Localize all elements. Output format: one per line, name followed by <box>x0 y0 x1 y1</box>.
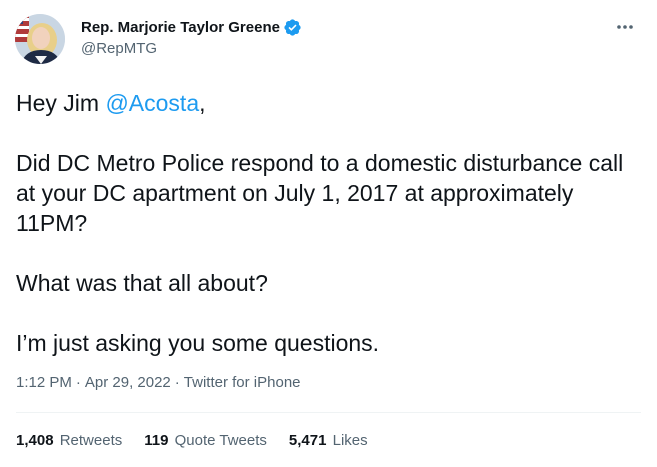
avatar[interactable] <box>15 14 65 64</box>
quote-tweets-stat[interactable]: 119 Quote Tweets <box>144 432 267 449</box>
verified-badge-icon <box>283 18 302 37</box>
retweets-stat[interactable]: 1,408 Retweets <box>16 432 122 449</box>
tweet-time[interactable]: 1:12 PM <box>16 374 72 391</box>
more-horizontal-icon[interactable] <box>614 18 636 36</box>
quote-tweets-label: Quote Tweets <box>174 432 267 449</box>
display-name-row: Rep. Marjorie Taylor Greene <box>81 16 302 38</box>
tweet-source[interactable]: Twitter for iPhone <box>184 374 301 391</box>
author-names: Rep. Marjorie Taylor Greene @RepMTG <box>81 16 302 57</box>
author-display-name[interactable]: Rep. Marjorie Taylor Greene <box>81 19 280 36</box>
tweet-card: Rep. Marjorie Taylor Greene @RepMTG Hey … <box>0 0 657 467</box>
likes-count: 5,471 <box>288 432 327 449</box>
greeting-suffix: , <box>199 90 206 116</box>
likes-stat[interactable]: 5,471 Likes <box>289 432 368 449</box>
retweets-label: Retweets <box>59 432 123 449</box>
meta-separator: · <box>174 374 180 391</box>
tweet-paragraph-2: Did DC Metro Police respond to a domesti… <box>16 150 630 236</box>
author-handle[interactable]: @RepMTG <box>81 40 302 57</box>
tweet-date[interactable]: Apr 29, 2022 <box>85 374 171 391</box>
retweets-count: 1,408 <box>16 432 54 449</box>
avatar-photo-icon <box>15 14 65 64</box>
divider <box>16 412 641 413</box>
likes-label: Likes <box>332 432 368 449</box>
quote-tweets-count: 119 <box>144 432 169 449</box>
meta-separator: · <box>75 374 81 391</box>
tweet-paragraph-3: What was that all about? <box>16 270 268 296</box>
tweet-stats: 1,408 Retweets 119 Quote Tweets 5,471 Li… <box>16 432 390 449</box>
tweet-text: Hey Jim @Acosta, Did DC Metro Police res… <box>16 88 641 358</box>
mention-link[interactable]: @Acosta <box>105 90 199 116</box>
tweet-meta: 1:12 PM · Apr 29, 2022 · Twitter for iPhone <box>16 374 301 391</box>
tweet-header: Rep. Marjorie Taylor Greene @RepMTG <box>15 14 640 64</box>
tweet-paragraph-4: I’m just asking you some questions. <box>16 330 380 356</box>
greeting-text: Hey Jim <box>16 90 106 116</box>
